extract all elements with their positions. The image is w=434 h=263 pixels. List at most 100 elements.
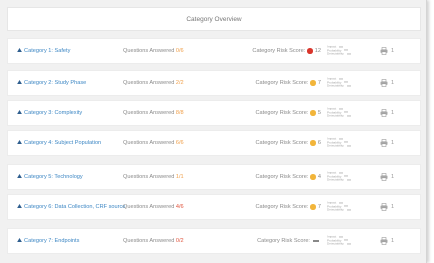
print-button[interactable]: 1 [380,47,394,55]
questions-answered: Questions Answered 1/1 [123,174,184,180]
sitemap-icon: ⛰ [17,139,23,146]
category-row: ⛰ Category 6: Data Collection, CRF source… [7,194,421,220]
category-row: ⛰ Category 3: Complexity Questions Answere… [7,100,421,126]
page-title: Category Overview [7,7,421,31]
risk-score: Category Risk Score: [257,238,321,244]
print-button[interactable]: 1 [380,203,394,211]
risk-medium-indicator [310,204,316,210]
questions-answered: Questions Answered 4/6 [123,204,184,210]
risk-label: Category Risk Score: [252,48,306,54]
sitemap-icon: ⛰ [17,203,23,210]
category-link[interactable]: ⛰ Category 4: Subject Population [17,140,127,146]
print-button[interactable]: 1 [380,173,394,181]
questions-answered: Questions Answered 6/6 [123,140,184,146]
print-button[interactable]: 1 [380,79,394,87]
questions-answered: Questions Answered 0/6 [123,48,184,54]
risk-score: Category Risk Score: 5 [256,110,321,116]
no-score-dash [313,240,319,242]
questions-label: Questions Answered [123,204,175,210]
risk-high-indicator [307,48,313,54]
risk-label: Category Risk Score: [255,204,309,210]
risk-score-value: 12 [314,48,321,54]
legend-detectability: Detectability [327,143,344,148]
printer-icon [380,139,388,147]
risk-score: Category Risk Score: 6 [256,140,321,146]
print-button[interactable]: 1 [380,237,394,245]
risk-score-value: 5 [317,110,321,116]
legend-detectability: Detectability [327,83,344,88]
questions-answered: Questions Answered 0/2 [123,238,184,244]
answered-count: 4/6 [175,204,184,210]
category-link[interactable]: ⛰ Category 5: Technology [17,174,127,180]
printer-icon [380,237,388,245]
sitemap-icon: ⛰ [17,109,23,116]
legend-detectability: Detectability [327,177,344,182]
print-count: 1 [391,238,395,244]
category-name: Category 1: Safety [24,47,71,54]
risk-legend: Impact Probability Detectability [327,107,351,118]
category-link[interactable]: ⛰ Category 7: Endpoints [17,238,127,244]
risk-medium-indicator [310,140,316,146]
risk-label: Category Risk Score: [255,174,309,180]
risk-label: Category Risk Score: [255,80,309,86]
print-count: 1 [391,204,395,210]
print-button[interactable]: 1 [380,139,394,147]
questions-label: Questions Answered [123,80,175,86]
print-count: 1 [391,140,395,146]
legend-detectability: Detectability [327,241,344,246]
risk-score-value: 7 [317,204,321,210]
questions-label: Questions Answered [123,140,175,146]
category-name: Category 6: Data Collection, CRF source [24,203,126,210]
printer-icon [380,203,388,211]
print-count: 1 [391,48,395,54]
category-row: ⛰ Category 5: Technology Questions Answere… [7,164,421,190]
sitemap-icon: ⛰ [17,79,23,86]
risk-score: Category Risk Score: 12 [252,48,321,54]
answered-count: 8/8 [175,110,184,116]
answered-count: 0/2 [175,238,184,244]
risk-label: Category Risk Score: [255,110,309,116]
sitemap-icon: ⛰ [17,173,23,180]
risk-medium-indicator [310,110,316,116]
category-link[interactable]: ⛰ Category 3: Complexity [17,110,127,116]
category-link[interactable]: ⛰ Category 1: Safety [17,48,127,54]
risk-legend: Impact Probability Detectability [327,137,351,148]
category-link[interactable]: ⛰ Category 6: Data Collection, CRF source [17,204,127,210]
risk-legend: Impact Probability Detectability [327,45,351,56]
questions-label: Questions Answered [123,110,175,116]
questions-answered: Questions Answered 8/8 [123,110,184,116]
legend-detectability: Detectability [327,113,344,118]
risk-legend: Impact Probability Detectability [327,171,351,182]
sitemap-icon: ⛰ [17,47,23,54]
risk-score-value: 4 [317,174,321,180]
category-name: Category 7: Endpoints [24,237,80,244]
risk-legend: Impact Probability Detectability [327,235,351,246]
category-link[interactable]: ⛰ Category 2: Study Phase [17,80,127,86]
questions-label: Questions Answered [123,48,175,54]
category-name: Category 3: Complexity [24,109,83,116]
category-row: ⛰ Category 4: Subject Population Questions… [7,130,421,156]
risk-score-value: 6 [317,140,321,146]
risk-legend: Impact Probability Detectability [327,201,351,212]
printer-icon [380,47,388,55]
answered-count: 2/2 [175,80,184,86]
legend-detectability: Detectability [327,51,344,56]
questions-answered: Questions Answered 2/2 [123,80,184,86]
print-count: 1 [391,110,395,116]
print-count: 1 [391,80,395,86]
printer-icon [380,109,388,117]
category-name: Category 5: Technology [24,173,83,180]
print-count: 1 [391,174,395,180]
category-name: Category 2: Study Phase [24,79,87,86]
risk-score: Category Risk Score: 4 [256,174,321,180]
printer-icon [380,173,388,181]
risk-label: Category Risk Score: [255,140,309,146]
answered-count: 6/6 [175,140,184,146]
risk-score-value: 7 [317,80,321,86]
questions-label: Questions Answered [123,174,175,180]
app-frame: Category Overview ⛰ Category 1: Safety Que… [0,0,427,263]
print-button[interactable]: 1 [380,109,394,117]
category-row: ⛰ Category 1: Safety Questions Answered 0/… [7,38,421,64]
answered-count: 0/6 [175,48,184,54]
risk-legend: Impact Probability Detectability [327,77,351,88]
